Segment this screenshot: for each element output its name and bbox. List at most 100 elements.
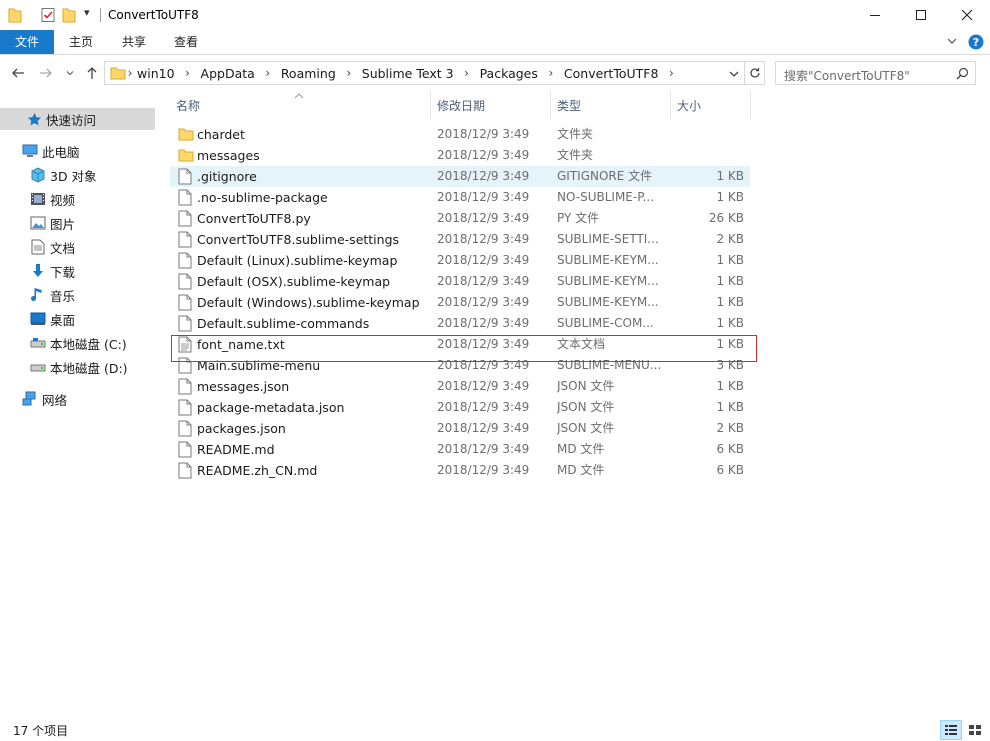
file-icon [178,231,194,248]
nav-item-quick-access[interactable]: 快速访问 [0,108,155,130]
breadcrumb-item[interactable]: Roaming [281,66,336,81]
breadcrumb-separator[interactable]: › [336,66,362,80]
nav-item-downloads[interactable]: 下载 [0,260,155,282]
column-header-type[interactable]: 类型 [557,92,667,118]
file-size: 1 KB [716,379,744,393]
file-name: packages.json [197,421,286,436]
properties-icon[interactable] [40,7,56,23]
file-row[interactable]: ConvertToUTF8.sublime-settings 2018/12/9 … [170,229,750,250]
file-row[interactable]: package-metadata.json 2018/12/9 3:49 JSON … [170,397,750,418]
address-history-dropdown[interactable] [728,68,740,83]
file-name: ConvertToUTF8.py [197,211,311,226]
tab-view[interactable]: 查看 [161,30,211,54]
search-input[interactable]: 搜索"ConvertToUTF8" [784,67,910,84]
up-button[interactable] [83,64,101,82]
file-size: 1 KB [716,274,744,288]
back-button[interactable] [9,64,27,82]
large-icons-view-button[interactable] [964,720,986,740]
minimize-icon [870,15,880,16]
search-icon[interactable] [956,67,969,83]
nav-item-pictures[interactable]: 图片 [0,212,155,234]
file-icon [178,273,194,290]
folder-icon [178,147,194,164]
nav-item-label: 网络 [42,392,68,408]
file-row[interactable]: chardet 2018/12/9 3:49 文件夹 [170,124,750,145]
column-header-size[interactable]: 大小 [677,92,747,118]
document-icon [30,239,46,255]
tab-file[interactable]: 文件 [0,30,54,54]
expand-ribbon-icon[interactable] [946,35,958,50]
search-box[interactable]: 搜索"ConvertToUTF8" [775,61,976,85]
forward-button[interactable] [37,64,55,82]
nav-item-this-pc[interactable]: 此电脑 [0,140,155,162]
column-header-name[interactable]: 名称 [176,92,426,118]
file-row[interactable]: .no-sublime-package 2018/12/9 3:49 NO-SUBL… [170,187,750,208]
column-divider[interactable] [750,92,751,118]
new-folder-icon[interactable] [62,7,76,23]
file-row[interactable]: ConvertToUTF8.py 2018/12/9 3:49 PY 文件 26 KB [170,208,750,229]
file-name: Default.sublime-commands [197,316,370,331]
file-date: 2018/12/9 3:49 [437,127,530,141]
refresh-button[interactable] [745,61,765,85]
nav-item-label: 文档 [50,240,76,256]
nav-item-music[interactable]: 音乐 [0,284,155,306]
nav-item-network[interactable]: 网络 [0,388,155,410]
file-row[interactable]: .gitignore 2018/12/9 3:49 GITIGNORE 文件 1 KB [170,166,750,187]
file-row[interactable]: Default (Linux).sublime-keymap 2018/12/9 … [170,250,750,271]
nav-item-desktop[interactable]: 桌面 [0,308,155,330]
column-header-date[interactable]: 修改日期 [437,92,547,118]
breadcrumb-separator[interactable]: › [538,66,564,80]
nav-item-3d-objects[interactable]: 3D 对象 [0,164,155,186]
file-row[interactable]: messages.json 2018/12/9 3:49 JSON 文件 1 KB [170,376,750,397]
tab-share[interactable]: 共享 [109,30,159,54]
file-size: 1 KB [716,400,744,414]
nav-item-label: 视频 [50,192,76,208]
file-date: 2018/12/9 3:49 [437,421,530,435]
breadcrumb-item[interactable]: win10 [137,66,175,81]
file-row[interactable]: messages 2018/12/9 3:49 文件夹 [170,145,750,166]
nav-item-videos[interactable]: 视频 [0,188,155,210]
nav-item-documents[interactable]: 文档 [0,236,155,258]
breadcrumb-separator[interactable]: › [454,66,480,80]
column-header-label: 大小 [677,98,702,113]
file-icon [178,420,194,437]
file-size: 1 KB [716,169,744,183]
close-button[interactable] [944,0,990,30]
maximize-button[interactable] [898,0,944,30]
file-row[interactable]: README.md 2018/12/9 3:49 MD 文件 6 KB [170,439,750,460]
minimize-button[interactable] [852,0,898,30]
picture-icon [30,215,46,231]
nav-item-local-disk-d[interactable]: 本地磁盘 (D:) [0,356,155,378]
breadcrumb-item[interactable]: Packages [480,66,538,81]
tab-home[interactable]: 主页 [56,30,106,54]
column-divider[interactable] [550,92,551,118]
file-date: 2018/12/9 3:49 [437,463,530,477]
customize-quick-access-dropdown[interactable]: ▾ [84,6,90,22]
details-view-button[interactable] [940,720,962,740]
file-type: SUBLIME-KEYM... [557,274,659,288]
breadcrumb-item-current[interactable]: ConvertToUTF8 [564,66,659,81]
file-row[interactable]: Default.sublime-commands 2018/12/9 3:49 SU… [170,313,750,334]
file-row[interactable]: Default (Windows).sublime-keymap 2018/12/… [170,292,750,313]
chevron-down-icon [729,71,739,77]
file-size: 1 KB [716,190,744,204]
breadcrumb-separator[interactable]: › [255,66,281,80]
breadcrumb-item[interactable]: AppData [201,66,255,81]
column-divider[interactable] [430,92,431,118]
file-size: 26 KB [708,211,744,225]
file-type: SUBLIME-KEYM... [557,295,659,309]
file-row[interactable]: Default (OSX).sublime-keymap 2018/12/9 3:… [170,271,750,292]
file-list: chardet 2018/12/9 3:49 文件夹 messages 2018/12/… [170,124,750,481]
file-row[interactable]: README.zh_CN.md 2018/12/9 3:49 MD 文件 6 KB [170,460,750,481]
breadcrumb-separator[interactable]: › [175,66,201,80]
breadcrumb-separator[interactable]: › [658,66,684,80]
file-type: MD 文件 [557,463,605,477]
file-row[interactable]: packages.json 2018/12/9 3:49 JSON 文件 2 KB [170,418,750,439]
column-divider[interactable] [670,92,671,118]
file-type: JSON 文件 [557,421,615,435]
breadcrumb-separator[interactable]: › [123,66,137,80]
help-icon[interactable]: ? [968,34,984,53]
nav-item-local-disk-c[interactable]: 本地磁盘 (C:) [0,332,155,354]
recent-locations-button[interactable] [64,64,76,82]
breadcrumb-item[interactable]: Sublime Text 3 [362,66,454,81]
